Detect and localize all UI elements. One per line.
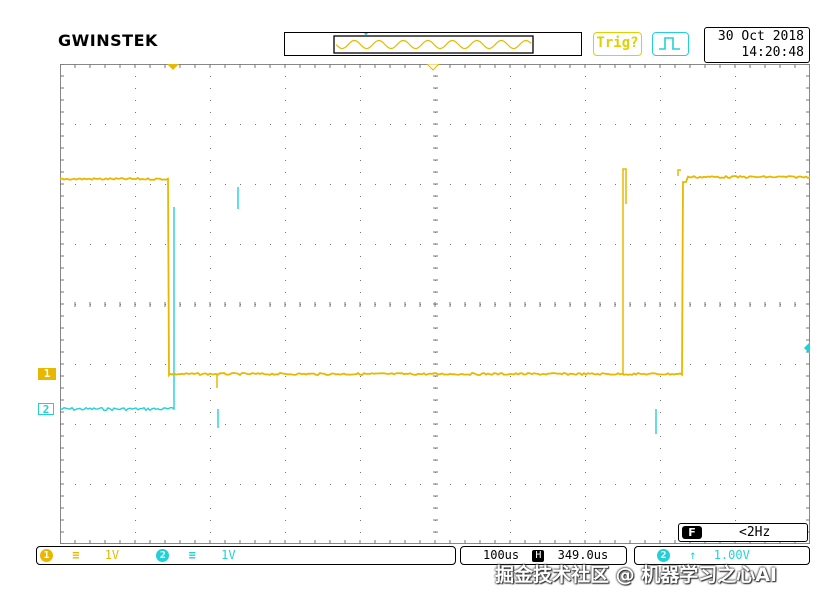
gwinstek-logo: GWINSTEK [58, 31, 158, 50]
dc-coupling-icon: ≡ [188, 548, 196, 562]
frequency-badge: F [682, 526, 702, 539]
rising-edge-icon [659, 37, 680, 50]
time-text: 14:20:48 [741, 45, 804, 60]
date-text: 30 Oct 2018 [717, 29, 804, 44]
frequency-counter: F <2Hz [678, 523, 808, 542]
date-time-display: 30 Oct 2018 14:20:48 [704, 27, 810, 63]
ch1-offset-marker[interactable]: 1 [38, 368, 56, 380]
waveform-display[interactable] [60, 64, 810, 544]
channel-status-bar[interactable]: 1 ≡ 1V 2 ≡ 1V [36, 546, 456, 565]
ch1-number-badge: 1 [40, 549, 53, 562]
memory-overview-bar[interactable] [284, 32, 582, 56]
watermark-text: 掘金技术社区 @ 机器学习之心AI [495, 564, 778, 586]
ch2-number-badge: 2 [156, 549, 170, 562]
waveform-overview-thumbnail [333, 33, 534, 54]
ch1-scale: 1V [104, 548, 120, 562]
dc-coupling-icon: ≡ [72, 548, 80, 562]
ch2-scale: 1V [221, 548, 236, 562]
trigger-edge-button[interactable] [652, 32, 689, 56]
trigger-status-button[interactable]: Trig? [593, 32, 642, 56]
ch2-offset-marker[interactable]: 2 [38, 403, 54, 415]
frequency-value: <2Hz [739, 525, 771, 540]
